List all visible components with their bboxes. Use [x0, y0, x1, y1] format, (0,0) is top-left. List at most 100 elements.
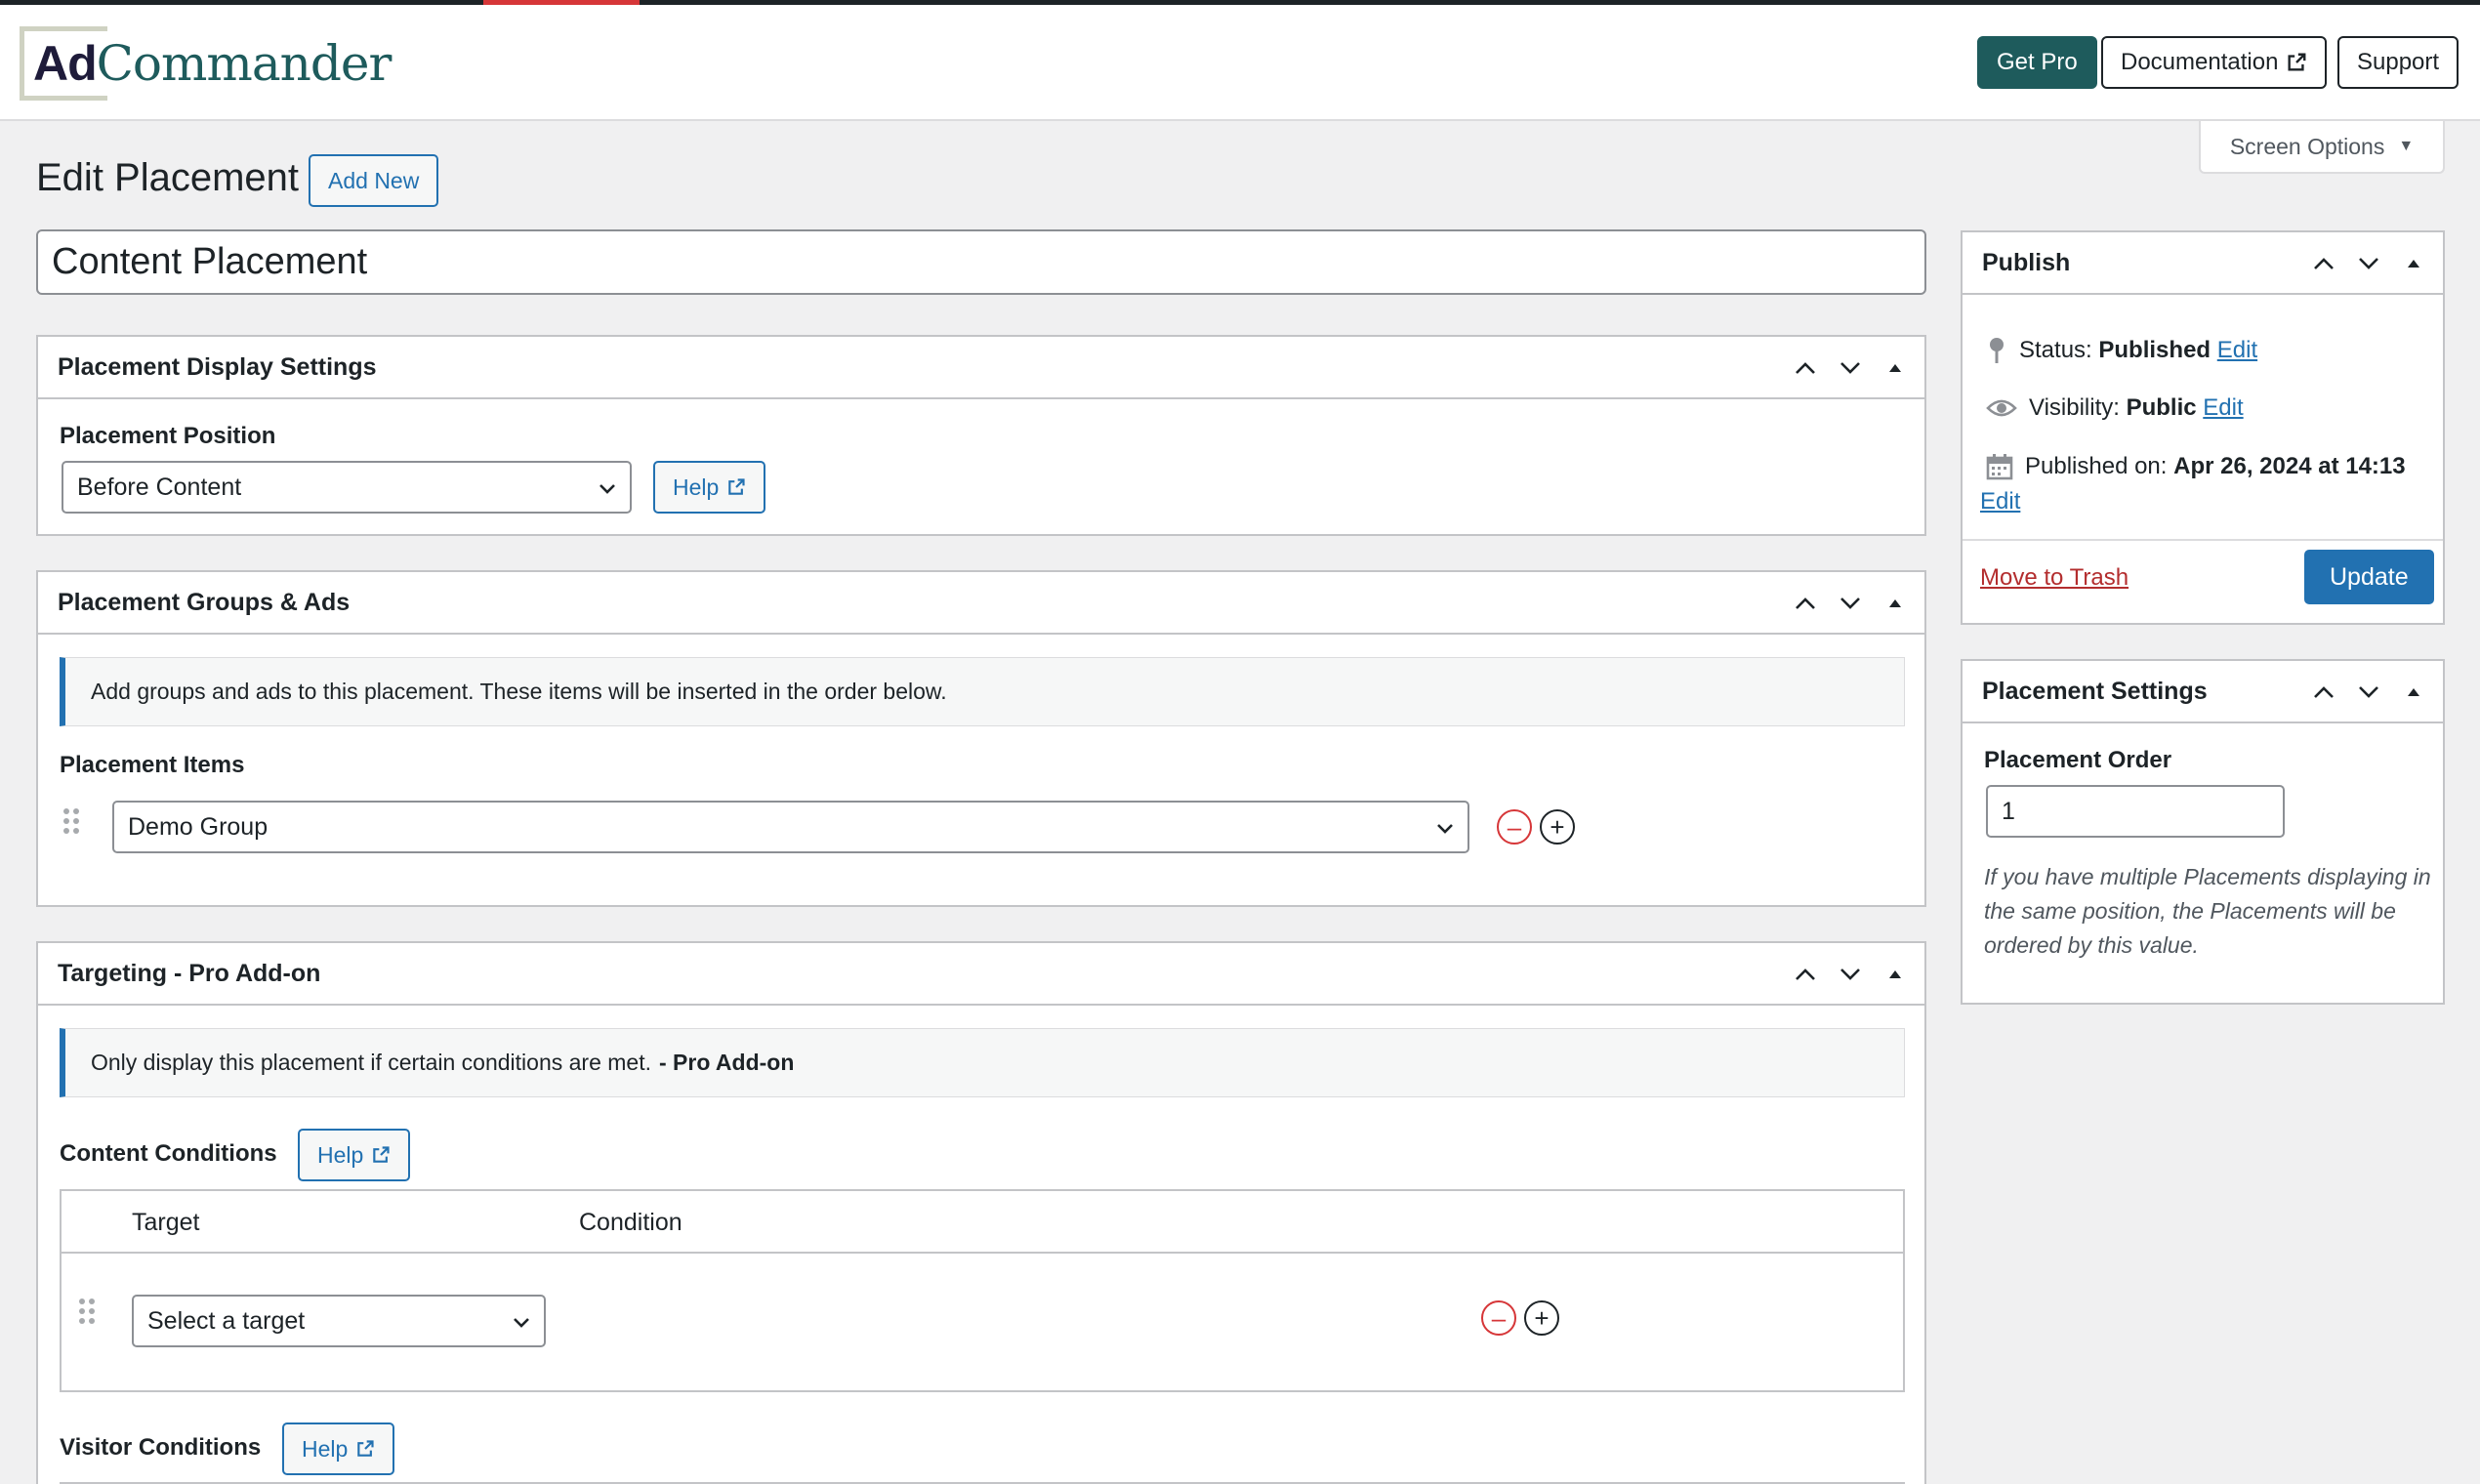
- eye-icon: [1986, 399, 2017, 417]
- logo-ad-text: Ad: [33, 36, 98, 91]
- collapse-toggle-icon[interactable]: [1883, 356, 1907, 380]
- placement-order-description: If you have multiple Placements displayi…: [1984, 864, 2431, 958]
- placement-title-value: Content Placement: [52, 241, 368, 282]
- external-link-icon: [373, 1146, 390, 1163]
- display-settings-header[interactable]: Placement Display Settings: [38, 337, 1924, 399]
- targeting-heading: Targeting - Pro Add-on: [58, 959, 321, 987]
- documentation-label: Documentation: [2121, 49, 2279, 75]
- remove-condition-icon[interactable]: –: [1481, 1300, 1516, 1336]
- get-pro-label: Get Pro: [1997, 49, 2078, 75]
- support-button[interactable]: Support: [2337, 36, 2459, 89]
- visibility-row: Visibility: Public Edit: [1986, 394, 2244, 422]
- help-label: Help: [302, 1435, 349, 1462]
- update-label: Update: [2330, 562, 2409, 591]
- box-controls: [2312, 661, 2425, 723]
- display-settings-box: Placement Display Settings Placement Pos…: [36, 335, 1926, 536]
- pin-icon: [1990, 338, 2004, 363]
- box-controls: [1794, 943, 1907, 1006]
- placement-position-value: Before Content: [77, 473, 242, 501]
- display-settings-heading: Placement Display Settings: [58, 352, 377, 381]
- move-down-icon[interactable]: [1839, 356, 1862, 380]
- chevron-down-icon: [599, 484, 615, 494]
- visitor-conditions-help-button[interactable]: Help: [282, 1422, 395, 1475]
- drag-handle-icon[interactable]: [62, 806, 81, 836]
- move-up-icon[interactable]: [1794, 963, 1817, 986]
- edit-visibility-link[interactable]: Edit: [2203, 394, 2243, 421]
- move-to-trash-link[interactable]: Move to Trash: [1980, 564, 2129, 592]
- page-title: Edit Placement: [36, 156, 300, 199]
- groups-ads-header[interactable]: Placement Groups & Ads: [38, 572, 1924, 635]
- help-label: Help: [673, 474, 720, 500]
- remove-item-icon[interactable]: –: [1497, 809, 1532, 845]
- external-link-icon: [2288, 53, 2306, 71]
- column-target: Target: [132, 1209, 200, 1236]
- placement-settings-box: Placement Settings Placement Order 1 If …: [1961, 659, 2445, 1005]
- status-row: Status: Published Edit: [1986, 336, 2257, 365]
- publish-header[interactable]: Publish: [1963, 232, 2443, 295]
- edit-status-link[interactable]: Edit: [2217, 337, 2257, 363]
- placement-title-input[interactable]: Content Placement: [36, 229, 1926, 295]
- logo-commander-text: Commander: [96, 35, 393, 92]
- box-controls: [1794, 572, 1907, 635]
- groups-ads-notice-text: Add groups and ads to this placement. Th…: [91, 679, 947, 704]
- placement-position-label: Placement Position: [60, 423, 276, 449]
- placement-item-select[interactable]: Demo Group: [112, 801, 1469, 853]
- edit-date-link[interactable]: Edit: [1980, 488, 2020, 515]
- move-up-icon[interactable]: [1794, 592, 1817, 615]
- placement-items-label: Placement Items: [60, 752, 245, 778]
- content-conditions-help-button[interactable]: Help: [298, 1129, 411, 1181]
- collapse-toggle-icon[interactable]: [1883, 963, 1907, 986]
- targeting-header[interactable]: Targeting - Pro Add-on: [38, 943, 1924, 1006]
- conditions-table-header: Target Condition: [62, 1191, 1903, 1254]
- placement-order-input[interactable]: 1: [1986, 785, 2285, 838]
- add-condition-icon[interactable]: +: [1524, 1300, 1559, 1336]
- status-label: Status:: [2019, 337, 2092, 363]
- plugin-header: Ad Commander Get Pro Documentation Suppor…: [0, 5, 2480, 121]
- move-up-icon[interactable]: [2312, 680, 2335, 704]
- placement-position-select[interactable]: Before Content: [62, 461, 632, 514]
- move-down-icon[interactable]: [2357, 252, 2380, 275]
- get-pro-button[interactable]: Get Pro: [1977, 36, 2097, 89]
- pro-addon-text: - Pro Add-on: [659, 1050, 795, 1075]
- collapse-toggle-icon[interactable]: [2402, 680, 2425, 704]
- move-down-icon[interactable]: [1839, 963, 1862, 986]
- published-on-value: Apr 26, 2024 at 14:13: [2173, 453, 2406, 479]
- adcommander-logo: Ad Commander: [20, 24, 393, 103]
- move-down-icon[interactable]: [1839, 592, 1862, 615]
- groups-ads-notice: Add groups and ads to this placement. Th…: [60, 657, 1905, 726]
- screen-options-toggle[interactable]: Screen Options ▼: [2199, 121, 2445, 174]
- placement-order-value: 1: [2002, 797, 2015, 825]
- update-button[interactable]: Update: [2304, 550, 2434, 604]
- target-select[interactable]: Select a target: [132, 1295, 546, 1347]
- publish-divider: [1963, 539, 2443, 541]
- move-down-icon[interactable]: [2357, 680, 2380, 704]
- caret-down-icon: ▼: [2398, 138, 2415, 154]
- publish-box: Publish Status: Published Edit Visibilit…: [1961, 230, 2445, 625]
- groups-ads-heading: Placement Groups & Ads: [58, 588, 351, 616]
- external-link-icon: [357, 1440, 374, 1457]
- groups-ads-box: Placement Groups & Ads Add groups and ad…: [36, 570, 1926, 907]
- visitor-conditions-label: Visitor Conditions: [60, 1434, 262, 1461]
- targeting-notice: Only display this placement if certain c…: [60, 1028, 1905, 1097]
- visibility-value: Public: [2126, 394, 2197, 421]
- collapse-toggle-icon[interactable]: [2402, 252, 2425, 275]
- content-conditions-table: Target Condition Select a target – +: [60, 1189, 1905, 1392]
- content-conditions-label: Content Conditions: [60, 1140, 277, 1167]
- placement-settings-header[interactable]: Placement Settings: [1963, 661, 2443, 723]
- move-up-icon[interactable]: [2312, 252, 2335, 275]
- documentation-button[interactable]: Documentation: [2101, 36, 2328, 89]
- collapse-toggle-icon[interactable]: [1883, 592, 1907, 615]
- add-new-button[interactable]: Add New: [309, 154, 439, 207]
- position-help-button[interactable]: Help: [653, 461, 766, 514]
- add-item-icon[interactable]: +: [1540, 809, 1575, 845]
- external-link-icon: [728, 478, 745, 495]
- status-value: Published: [2098, 337, 2211, 363]
- chevron-down-icon: [1437, 824, 1453, 834]
- move-up-icon[interactable]: [1794, 356, 1817, 380]
- box-controls: [2312, 232, 2425, 295]
- help-label: Help: [317, 1141, 364, 1168]
- placement-order-label: Placement Order: [1984, 747, 2172, 773]
- box-controls: [1794, 337, 1907, 399]
- published-on-label: Published on:: [2025, 453, 2168, 479]
- drag-handle-icon[interactable]: [77, 1297, 97, 1326]
